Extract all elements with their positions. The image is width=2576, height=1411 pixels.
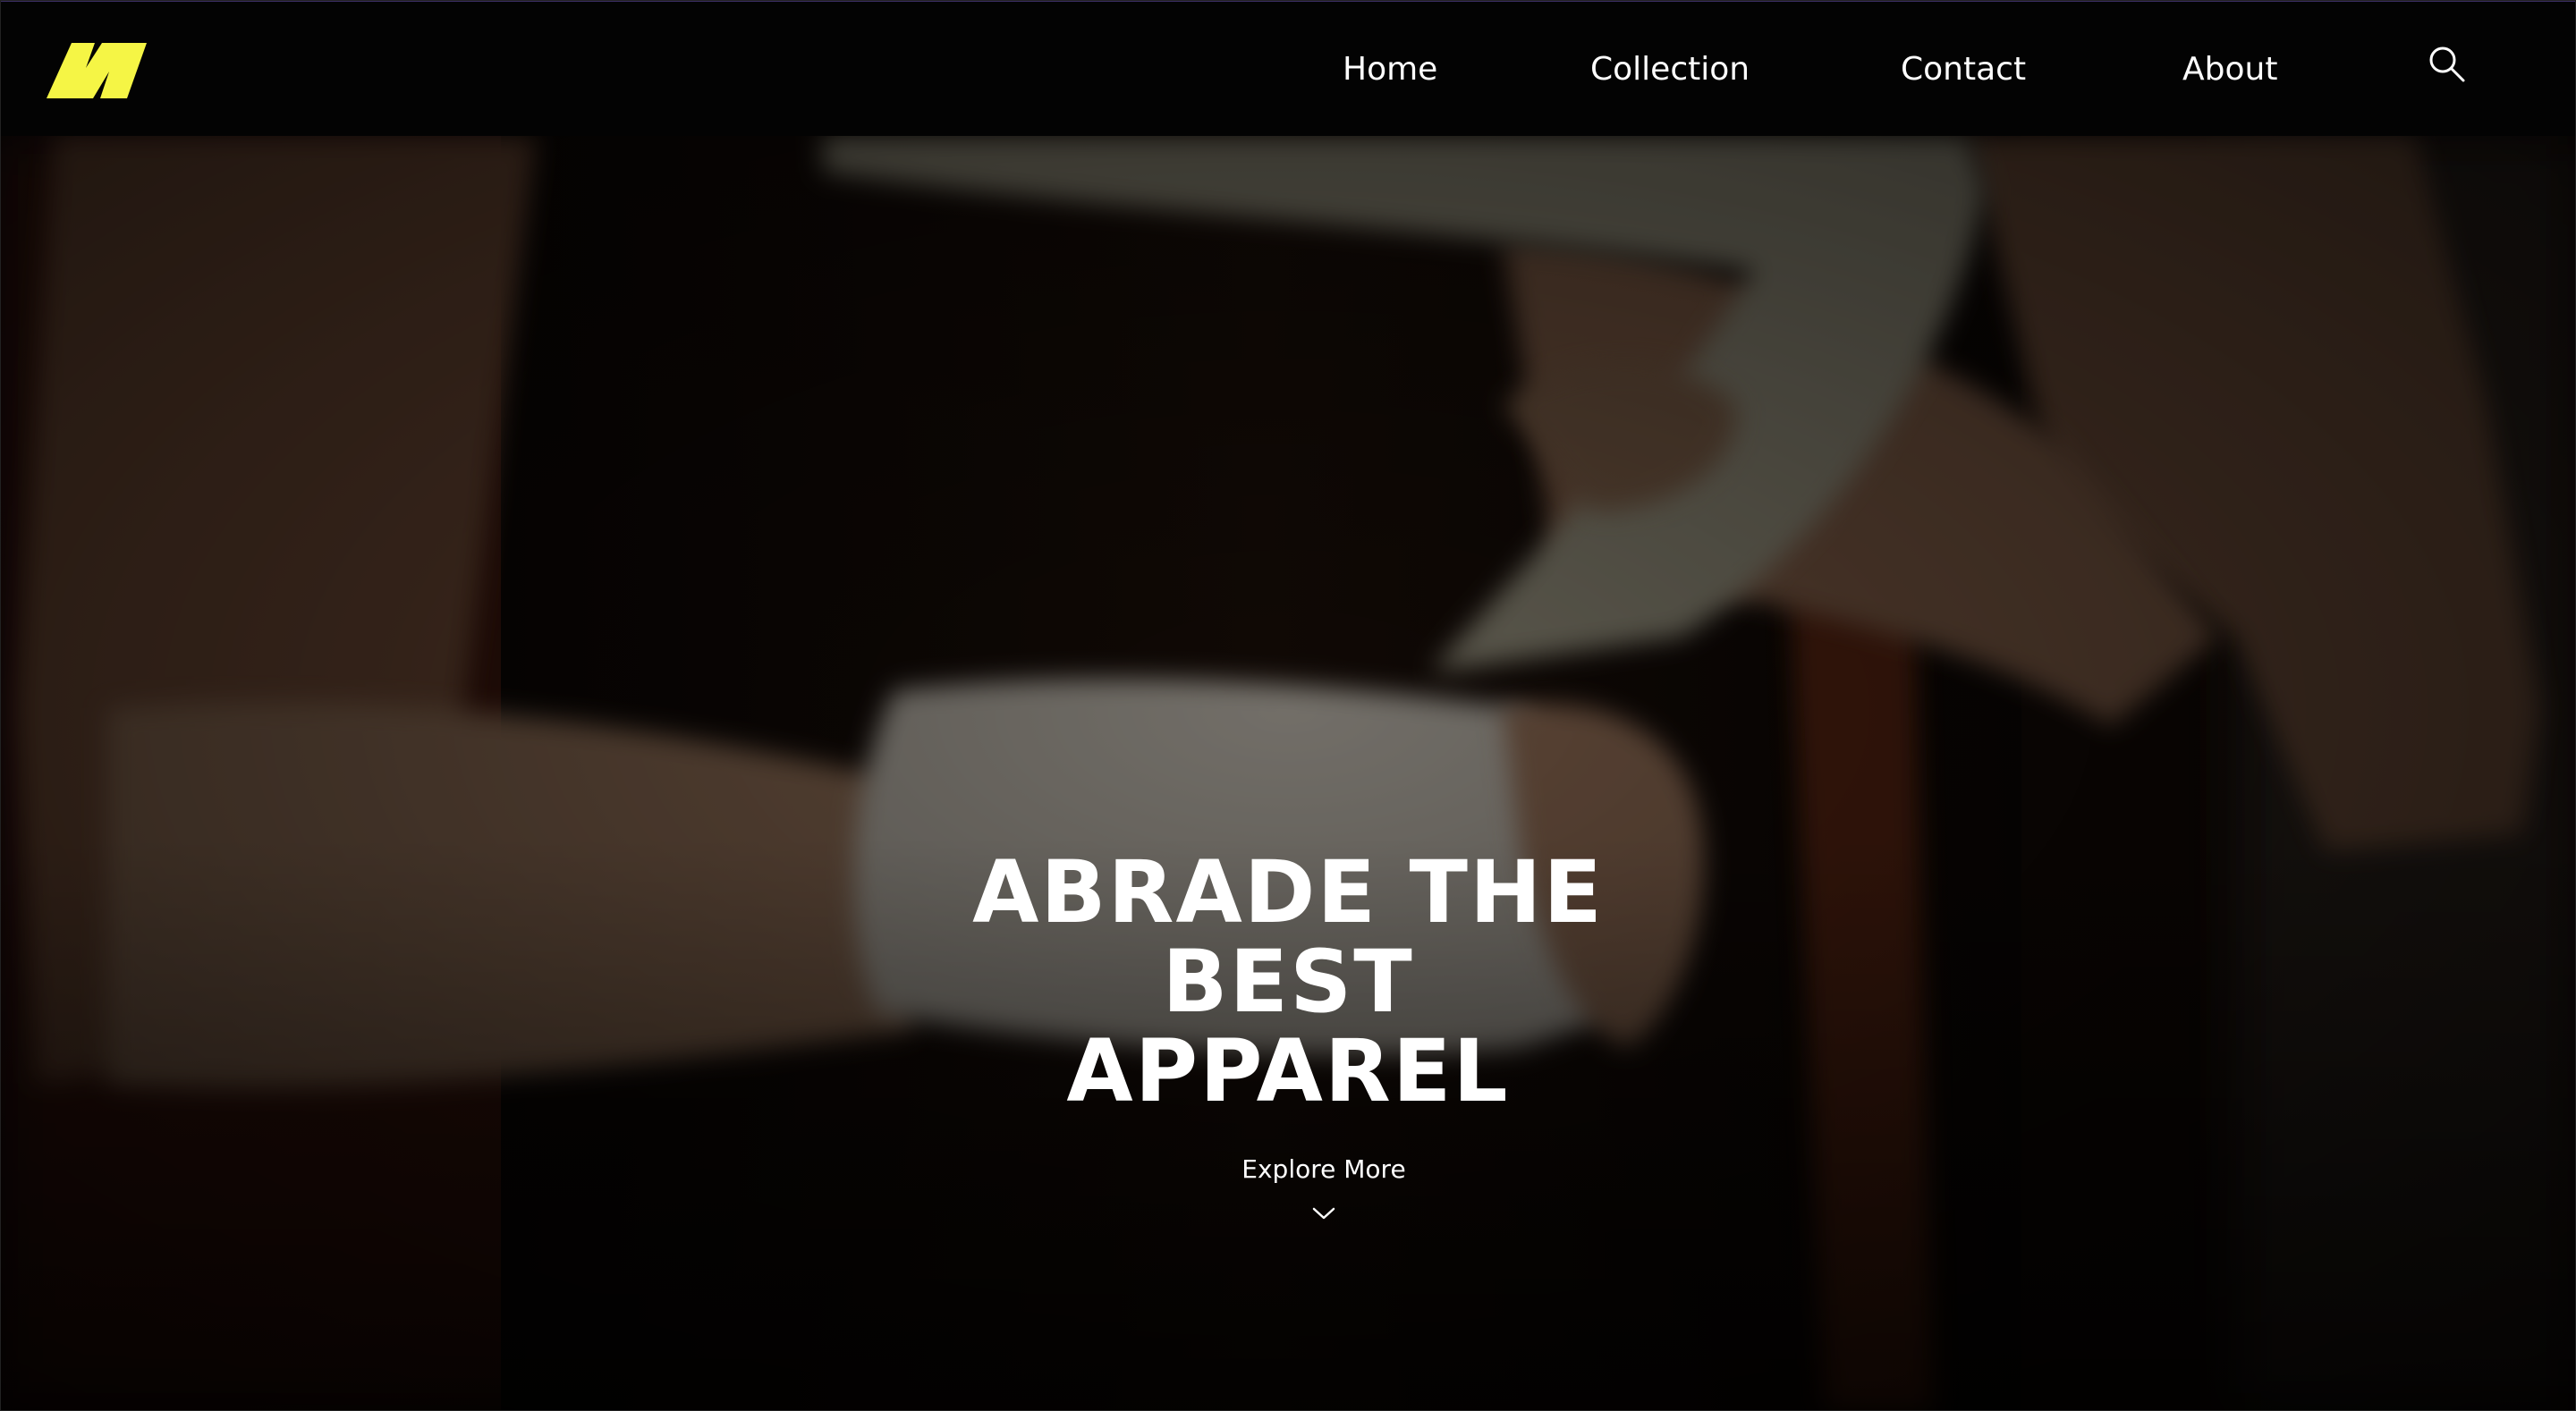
search-icon[interactable] [2428, 45, 2467, 84]
hero-headline: ABRADE THE BEST APPAREL [841, 848, 1735, 1116]
hero-headline-line: APPAREL [1066, 1021, 1510, 1121]
nav-home-link[interactable]: Home [1343, 48, 1437, 91]
hero-section [0, 136, 2576, 1411]
nav-about-link[interactable]: About [2182, 48, 2277, 91]
top-navigation-bar: Home Collection Contact About [0, 2, 2576, 136]
explore-more-button[interactable]: Explore More [1145, 1152, 1503, 1187]
nav-contact-link[interactable]: Contact [1901, 48, 2026, 91]
brand-logo-icon[interactable] [45, 38, 148, 100]
nav-collection-link[interactable]: Collection [1590, 48, 1750, 91]
hero-headline-line: ABRADE THE [972, 842, 1604, 942]
hero-headline-line: BEST [1162, 932, 1414, 1032]
hero-background-image [0, 136, 2576, 1411]
chevron-down-icon[interactable] [1311, 1205, 1336, 1221]
top-accent-line [0, 0, 2576, 2]
